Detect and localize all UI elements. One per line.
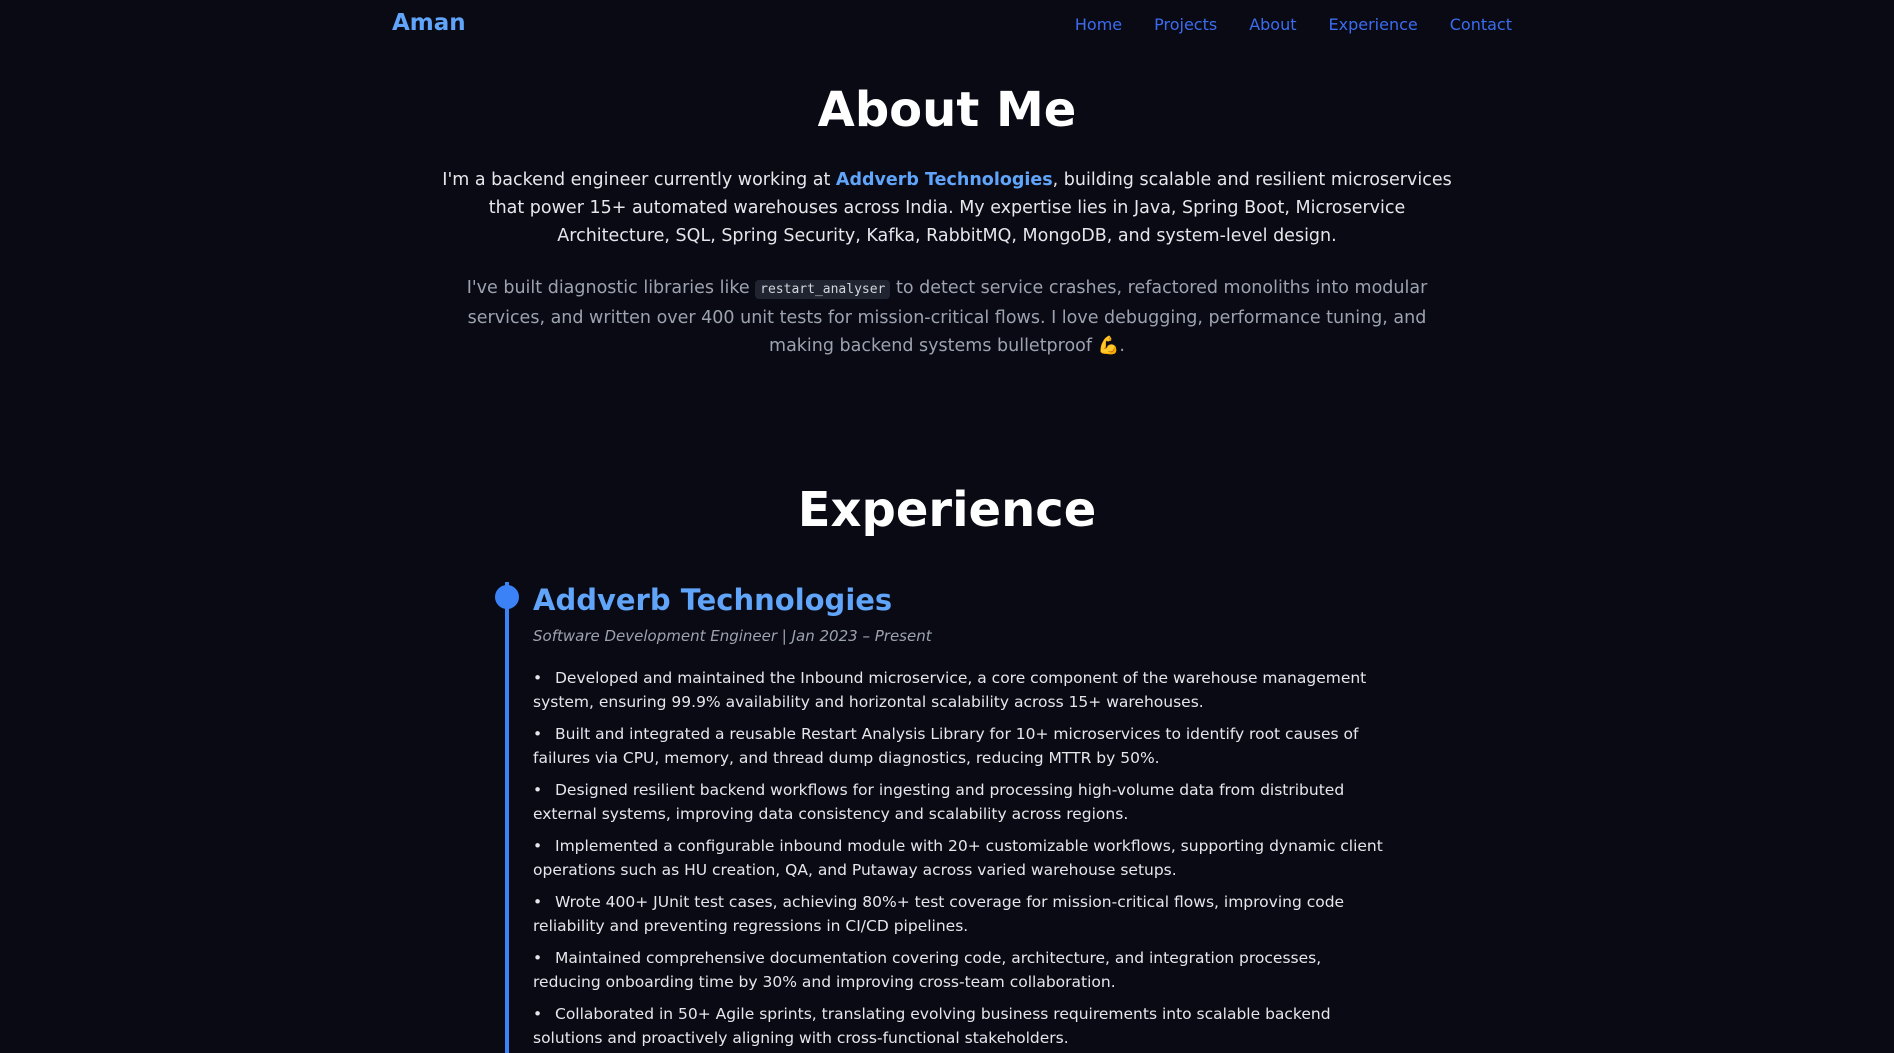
bullet-marker: • [533,781,543,799]
about-intro-paragraph: I'm a backend engineer currently working… [437,166,1457,250]
job-role: Software Development Engineer | Jan 2023… [533,627,932,645]
bullet-marker: • [533,837,543,855]
about-heading: About Me [817,82,1077,138]
nav-link-experience[interactable]: Experience [1329,15,1418,34]
about-intro-text-start: I'm a backend engineer currently working… [442,170,836,190]
nav-links: Home Projects About Experience Contact [1075,15,1512,34]
bullet-marker: • [533,893,543,911]
about-detail-text-start: I've built diagnostic libraries like [466,278,756,298]
job-bullet: • Designed resilient backend workflows fo… [533,778,1393,826]
bullet-marker: • [533,949,543,967]
job-entry: Addverb Technologies Software Developmen… [533,578,1393,1053]
job-bullet-list: • Developed and maintained the Inbound mi… [533,666,1393,1050]
nav-link-contact[interactable]: Contact [1450,15,1512,34]
library-code-snippet: restart_analyser [755,280,891,299]
job-bullet-text: Wrote 400+ JUnit test cases, achieving 8… [533,893,1345,935]
job-bullet: • Implemented a configurable inbound modu… [533,834,1393,882]
nav-link-home[interactable]: Home [1075,15,1122,34]
job-bullet: • Wrote 400+ JUnit test cases, achieving … [533,890,1393,938]
job-bullet: • Built and integrated a reusable Restart… [533,722,1393,770]
job-bullet: • Collaborated in 50+ Agile sprints, tran… [533,1002,1393,1050]
about-detail-paragraph: I've built diagnostic libraries like res… [437,274,1457,360]
bullet-marker: • [533,1005,543,1023]
job-bullet-text: Designed resilient backend workflows for… [533,781,1345,823]
job-company: Addverb Technologies [533,583,893,617]
top-navbar: Aman Home Projects About Experience Cont… [0,0,1894,50]
brand-logo[interactable]: Aman [392,10,466,36]
nav-link-projects[interactable]: Projects [1154,15,1217,34]
nav-link-about[interactable]: About [1249,15,1296,34]
timeline-line [505,582,509,1053]
company-highlight: Addverb Technologies [835,170,1053,190]
job-bullet-text: Implemented a configurable inbound modul… [533,837,1383,879]
bullet-marker: • [533,725,543,743]
job-bullet: • Maintained comprehensive documentation … [533,946,1393,994]
job-bullet-text: Developed and maintained the Inbound mic… [533,669,1367,711]
portfolio-page: Aman Home Projects About Experience Cont… [0,0,1894,1053]
job-bullet: • Developed and maintained the Inbound mi… [533,666,1393,714]
job-bullet-text: Maintained comprehensive documentation c… [533,949,1322,991]
timeline-dot [495,585,519,609]
experience-heading: Experience [797,482,1097,538]
job-bullet-text: Collaborated in 50+ Agile sprints, trans… [533,1005,1331,1047]
bullet-marker: • [533,669,543,687]
job-bullet-text: Built and integrated a reusable Restart … [533,725,1359,767]
